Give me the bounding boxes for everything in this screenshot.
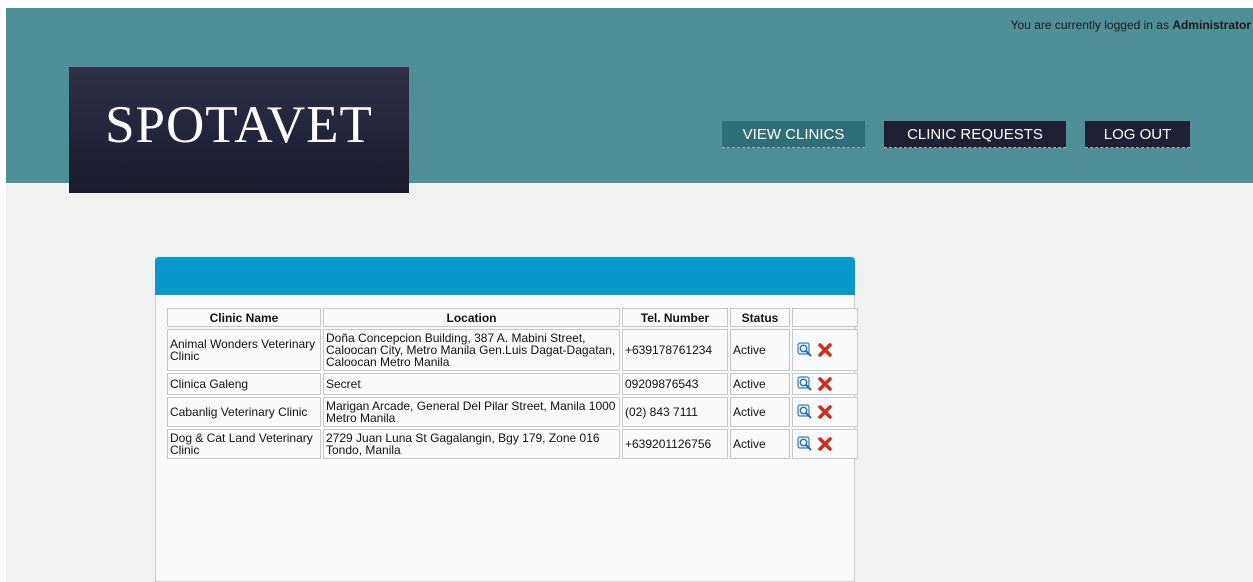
status-cell: Active	[730, 429, 790, 459]
tel-cell: +639201126756	[622, 429, 728, 459]
clinic-name-cell: Clinica Galeng	[167, 373, 321, 395]
status-cell: Active	[730, 329, 790, 371]
magnifier-view-icon[interactable]	[797, 342, 813, 358]
clinic-name-cell: Animal Wonders Veterinary Clinic	[167, 329, 321, 371]
delete-icon[interactable]	[817, 342, 833, 358]
actions-cell	[792, 429, 858, 459]
table-row: Cabanlig Veterinary Clinic Marigan Arcad…	[167, 397, 858, 427]
delete-icon[interactable]	[817, 376, 833, 392]
header-actions	[792, 308, 858, 327]
actions-cell	[792, 397, 858, 427]
actions-cell	[792, 329, 858, 371]
login-username: Administrator	[1172, 18, 1251, 32]
log-out-button[interactable]: LOG OUT	[1085, 121, 1190, 148]
tel-cell: 09209876543	[622, 373, 728, 395]
location-cell: Doña Concepcion Building, 387 A. Mabini …	[323, 329, 620, 371]
location-cell: Marigan Arcade, General Del Pilar Street…	[323, 397, 620, 427]
location-cell: Secret	[323, 373, 620, 395]
actions-cell	[792, 373, 858, 395]
magnifier-view-icon[interactable]	[797, 436, 813, 452]
site-logo[interactable]: SPOTAVET	[69, 67, 409, 193]
location-cell: 2729 Juan Luna St Gagalangin, Bgy 179, Z…	[323, 429, 620, 459]
header-clinic-name: Clinic Name	[167, 308, 321, 327]
clinic-name-cell: Cabanlig Veterinary Clinic	[167, 397, 321, 427]
header-tel-number: Tel. Number	[622, 308, 728, 327]
status-cell: Active	[730, 397, 790, 427]
login-status-prefix: You are currently logged in as	[1010, 18, 1173, 32]
clinic-name-cell: Dog & Cat Land Veterinary Clinic	[167, 429, 321, 459]
login-status: You are currently logged in as Administr…	[1011, 18, 1251, 32]
tel-cell: +639178761234	[622, 329, 728, 371]
table-row: Dog & Cat Land Veterinary Clinic 2729 Ju…	[167, 429, 858, 459]
tel-cell: (02) 843 7111	[622, 397, 728, 427]
table-row: Animal Wonders Veterinary Clinic Doña Co…	[167, 329, 858, 371]
clinics-table: Clinic Name Location Tel. Number Status …	[165, 306, 860, 461]
table-header-row: Clinic Name Location Tel. Number Status	[167, 308, 858, 327]
delete-icon[interactable]	[817, 436, 833, 452]
table-row: Clinica Galeng Secret 09209876543 Active	[167, 373, 858, 395]
clinics-panel-header	[155, 257, 855, 295]
status-cell: Active	[730, 373, 790, 395]
magnifier-view-icon[interactable]	[797, 376, 813, 392]
logo-text: SPOTAVET	[105, 96, 373, 154]
magnifier-view-icon[interactable]	[797, 404, 813, 420]
header-location: Location	[323, 308, 620, 327]
view-clinics-button[interactable]: VIEW CLINICS	[722, 121, 865, 148]
delete-icon[interactable]	[817, 404, 833, 420]
clinic-requests-button[interactable]: CLINIC REQUESTS	[884, 121, 1066, 148]
header-status: Status	[730, 308, 790, 327]
